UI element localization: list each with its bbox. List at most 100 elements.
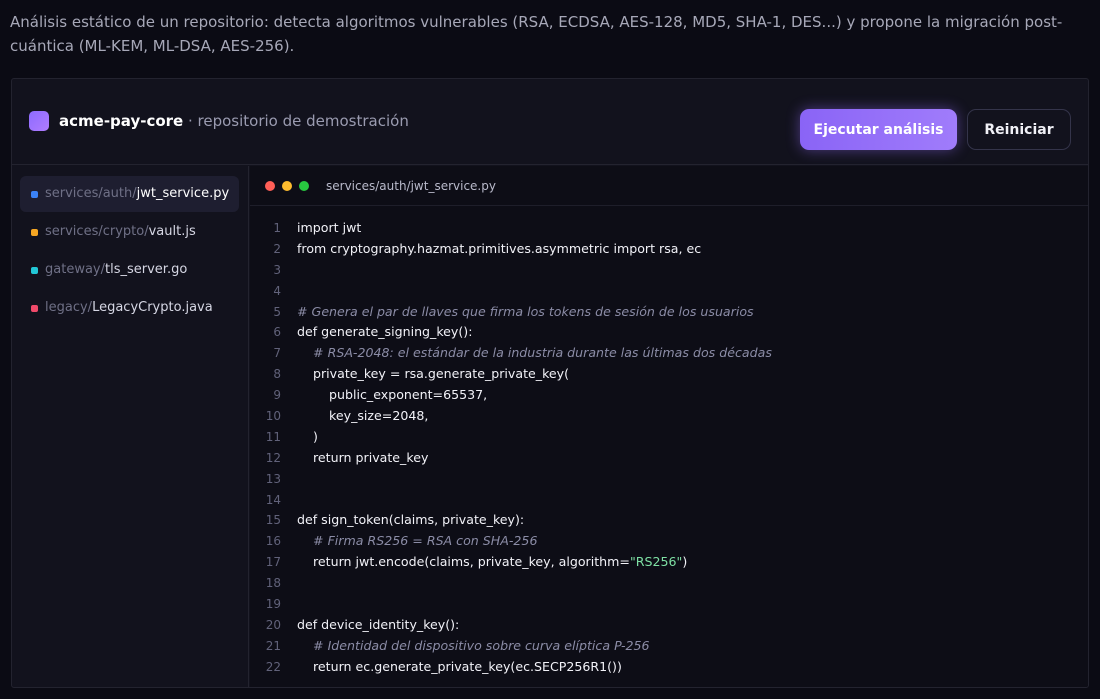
run-analysis-button[interactable]: Ejecutar análisis: [800, 109, 957, 150]
code-token: ): [682, 554, 688, 570]
code-token: def generate_signing_key():: [297, 324, 473, 340]
line-number: 7: [273, 346, 281, 361]
code-line: 13: [250, 469, 1088, 490]
line-number: 11: [265, 429, 281, 444]
line-number: 5: [273, 304, 281, 319]
code-token: from cryptography.hazmat.primitives.asym…: [297, 240, 702, 256]
line-number: 18: [265, 576, 281, 591]
line-number: 3: [273, 262, 281, 277]
line-number: 19: [265, 597, 281, 612]
close-dot-icon: [265, 181, 275, 191]
maximize-dot-icon: [299, 181, 309, 191]
file-item-legacy-crypto[interactable]: legacy/LegacyCrypto.java: [20, 290, 239, 326]
file-type-dot: [31, 229, 38, 236]
file-name: LegacyCrypto.java: [92, 300, 213, 315]
page-description: Análisis estático de un repositorio: det…: [10, 13, 1063, 55]
code-token: import jwt: [297, 220, 362, 235]
code-line: 2 from cryptography.hazmat.primitives.asy…: [250, 239, 1088, 260]
code-token: def sign_token(claims, private_key):: [297, 512, 525, 528]
code-editor: services/auth/jwt_service.py 1 import jwt…: [250, 166, 1088, 687]
code-token: return private_key: [297, 449, 429, 465]
code-text: def device_identity_key():: [297, 615, 459, 636]
file-dir: legacy/: [45, 300, 93, 315]
code-line: 3: [250, 260, 1088, 281]
code-line: 1 import jwt: [250, 218, 1088, 239]
code-line: 6 def generate_signing_key():: [250, 322, 1088, 343]
file-type-dot: [31, 305, 38, 312]
repo-icon: [29, 111, 49, 131]
line-number: 17: [265, 555, 281, 570]
code-token: def device_identity_key():: [297, 616, 460, 632]
code-comment: # Firma RS256 = RSA con SHA-256: [297, 531, 537, 552]
code-token: key_size=2048,: [297, 408, 429, 424]
line-number: 21: [265, 638, 281, 653]
code-line: 14: [250, 490, 1088, 511]
line-number: 12: [265, 450, 281, 465]
file-item-tls-server[interactable]: gateway/tls_server.go: [20, 252, 239, 288]
file-item-jwt-service[interactable]: services/auth/jwt_service.py: [20, 176, 239, 212]
code-line: 22 return ec.generate_private_key(ec.SEC…: [250, 657, 1088, 678]
file-dir: services/crypto/: [45, 224, 149, 239]
code-token: return ec.generate_private_key(ec.SECP25…: [297, 658, 622, 674]
code-line: 18: [250, 573, 1088, 594]
line-number: 10: [265, 409, 281, 424]
code-line: 15 def sign_token(claims, private_key):: [250, 510, 1088, 531]
code-token: return jwt.encode(claims, private_key, a…: [297, 554, 630, 570]
line-number: 20: [265, 617, 281, 632]
analyzer-panel: acme-pay-core · repositorio de demostrac…: [11, 78, 1089, 688]
code-token: # RSA-2048: el estándar de la industria …: [297, 345, 772, 361]
repo-title: acme-pay-core · repositorio de demostrac…: [59, 111, 409, 131]
code-view[interactable]: 1 import jwt 2 from cryptography.hazmat.pri…: [250, 218, 1088, 678]
line-number: 13: [265, 471, 281, 486]
code-line: 20 def device_identity_key():: [250, 615, 1088, 636]
code-line: 5 # Genera el par de llaves que firma los…: [250, 302, 1088, 323]
code-line: 11 ): [250, 427, 1088, 448]
file-dir: gateway/: [45, 262, 105, 277]
code-token: # Firma RS256 = RSA con SHA-256: [297, 533, 538, 549]
line-number: 6: [273, 325, 281, 340]
code-text: from cryptography.hazmat.primitives.asym…: [297, 239, 701, 260]
code-text: key_size=2048,: [297, 406, 428, 427]
reset-button[interactable]: Reiniciar: [967, 109, 1071, 150]
line-number: 4: [273, 283, 281, 298]
editor-tab-bar: services/auth/jwt_service.py: [250, 166, 1088, 206]
code-line: 12 return private_key: [250, 448, 1088, 469]
line-number: 9: [273, 388, 281, 403]
code-token: # Genera el par de llaves que firma los …: [297, 303, 754, 319]
code-comment: # Identidad del dispositivo sobre curva …: [297, 636, 650, 657]
code-line: 17 return jwt.encode(claims, private_key…: [250, 552, 1088, 573]
code-text: ): [297, 427, 318, 448]
code-line: 7 # RSA-2048: el estándar de la industri…: [250, 343, 1088, 364]
code-text: return private_key: [297, 448, 428, 469]
code-token: ): [297, 428, 318, 444]
code-line: 16 # Firma RS256 = RSA con SHA-256: [250, 531, 1088, 552]
code-comment: # RSA-2048: el estándar de la industria …: [297, 343, 772, 364]
file-dir: services/auth/: [45, 186, 137, 201]
code-text: def sign_token(claims, private_key):: [297, 510, 524, 531]
code-line: 9 public_exponent=65537,: [250, 385, 1088, 406]
file-name: tls_server.go: [105, 262, 188, 277]
code-token: private_key = rsa.generate_private_key(: [297, 366, 570, 382]
file-name: vault.js: [148, 224, 196, 239]
code-comment: # Genera el par de llaves que firma los …: [297, 302, 754, 323]
file-type-dot: [31, 191, 38, 198]
code-line: 4: [250, 281, 1088, 302]
code-line: 8 private_key = rsa.generate_private_key…: [250, 364, 1088, 385]
file-item-vault[interactable]: services/crypto/vault.js: [20, 214, 239, 250]
code-line: 21 # Identidad del dispositivo sobre cur…: [250, 636, 1088, 657]
editor-file-path: services/auth/jwt_service.py: [326, 179, 496, 193]
code-text: return ec.generate_private_key(ec.SECP25…: [297, 657, 622, 678]
code-token: # Identidad del dispositivo sobre curva …: [297, 637, 650, 653]
code-line: 19: [250, 594, 1088, 615]
file-name: jwt_service.py: [136, 186, 230, 201]
file-type-dot: [31, 267, 38, 274]
repo-subtitle: repositorio de demostración: [197, 112, 409, 130]
repo-separator: ·: [183, 112, 198, 130]
line-number: 16: [265, 534, 281, 549]
code-line: 10 key_size=2048,: [250, 406, 1088, 427]
line-number: 1: [273, 221, 281, 235]
line-number: 14: [265, 492, 281, 507]
panel-header: acme-pay-core · repositorio de demostrac…: [12, 79, 1088, 165]
line-number: 8: [273, 367, 281, 382]
code-text: private_key = rsa.generate_private_key(: [297, 364, 569, 385]
